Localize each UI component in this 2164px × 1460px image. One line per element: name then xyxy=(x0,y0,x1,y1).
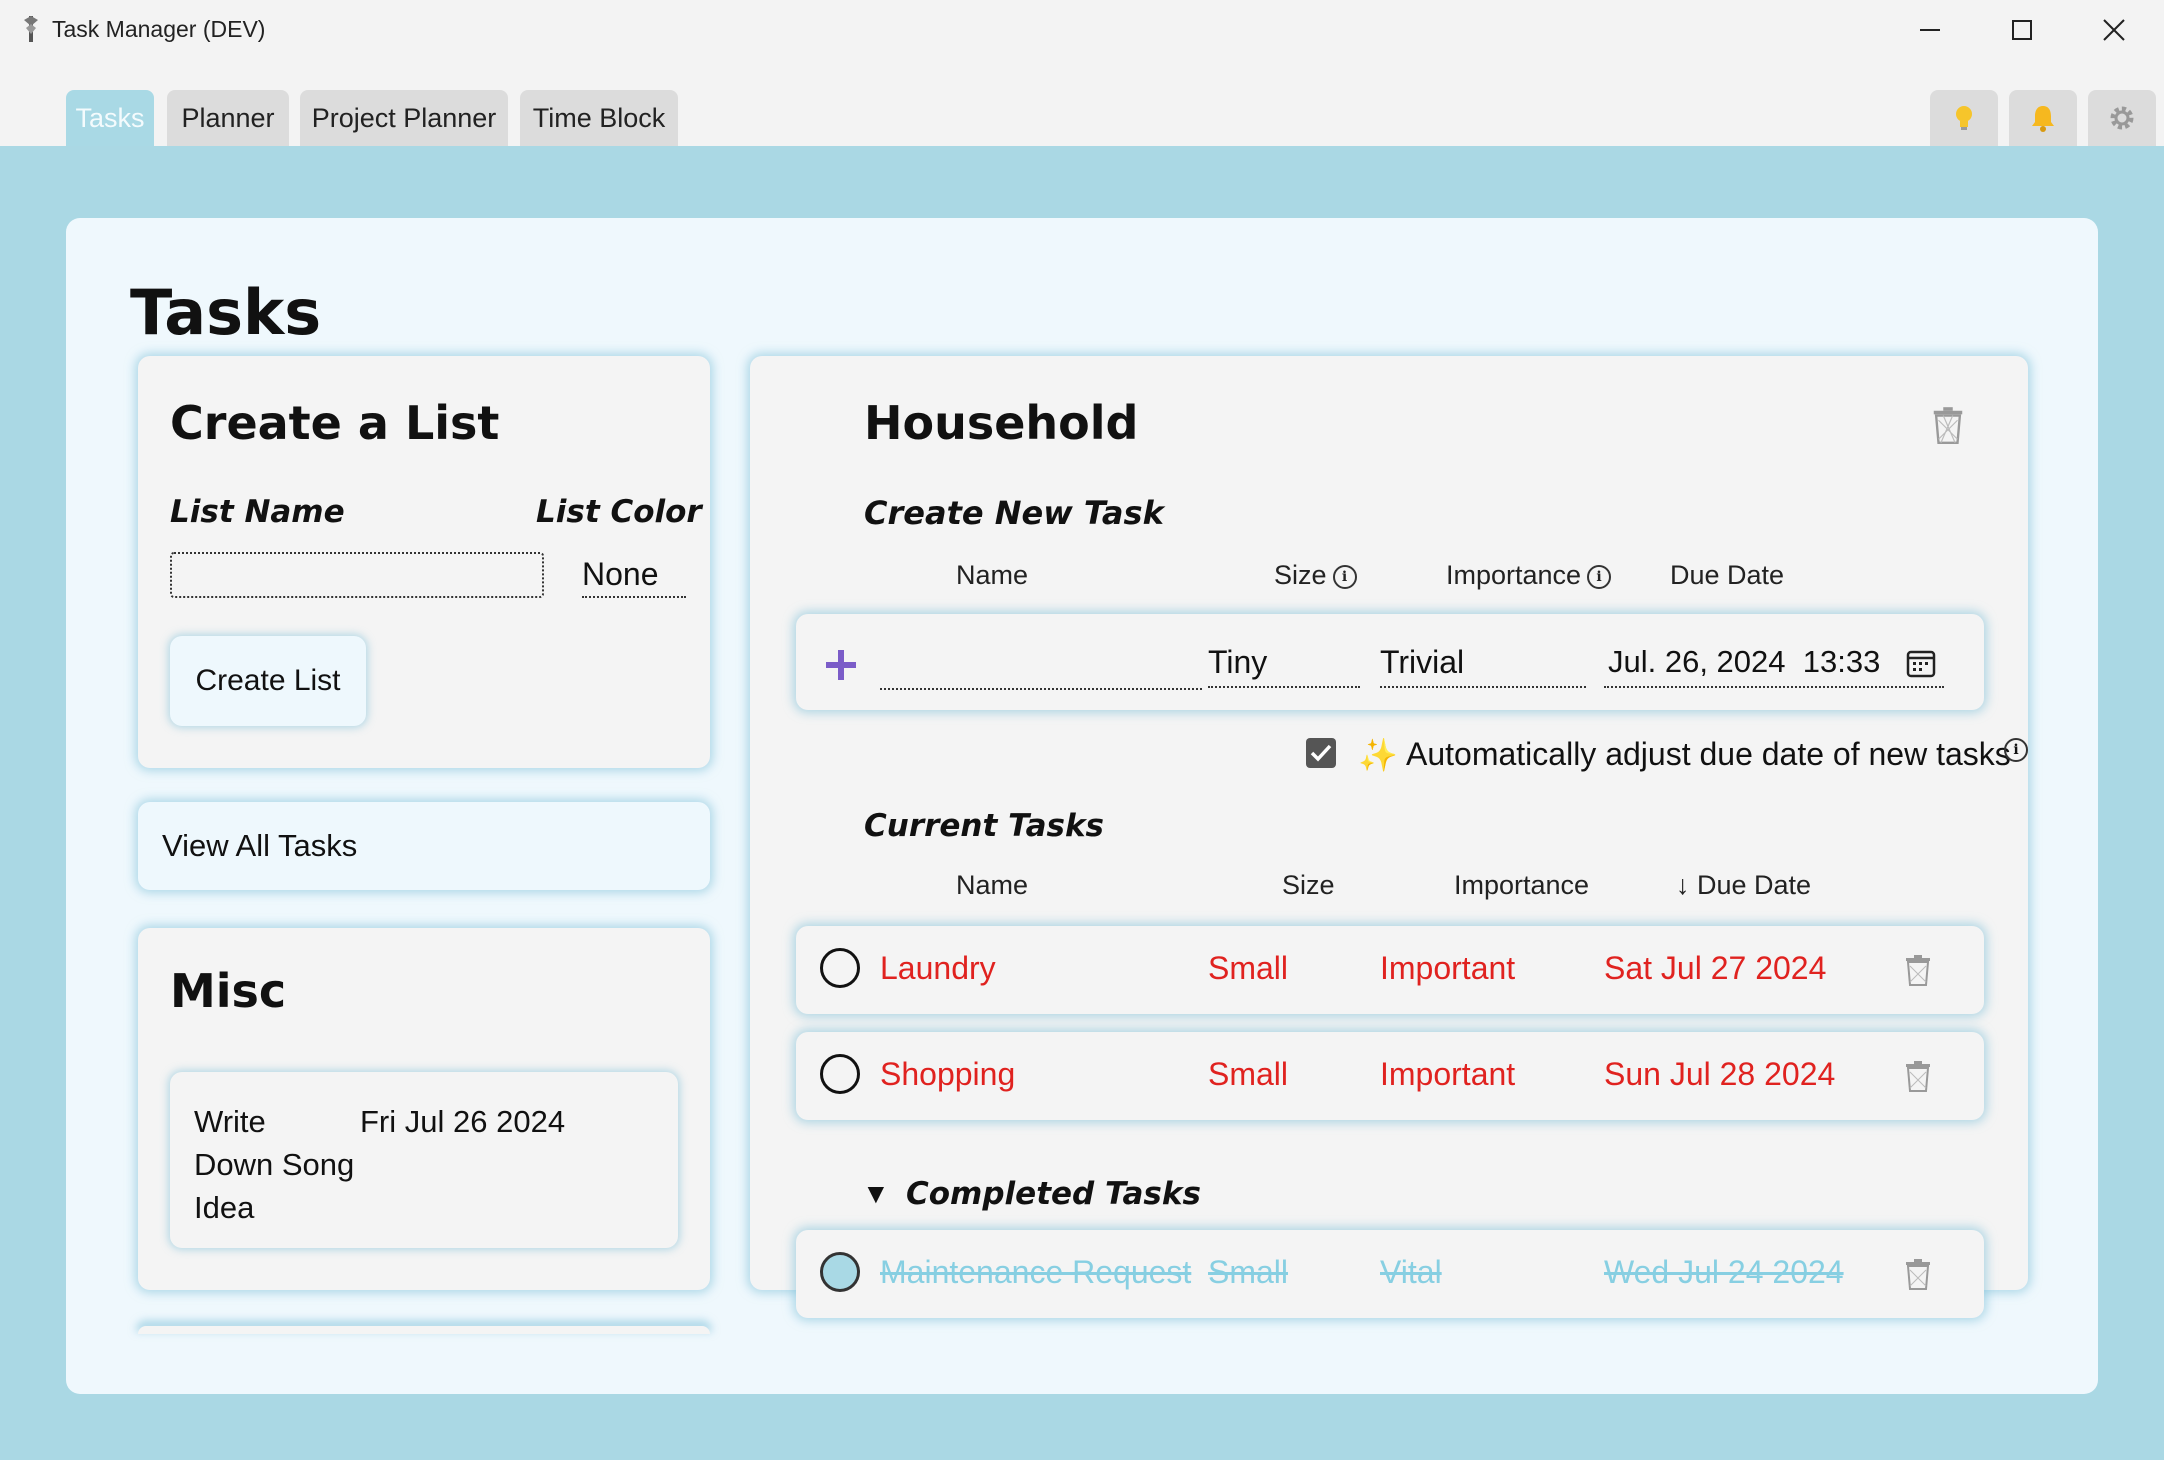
app-logo-icon xyxy=(24,16,38,42)
completed-tasks-label[interactable]: Completed Tasks xyxy=(906,1176,1201,1212)
task-row[interactable]: Laundry Small Important Sat Jul 27 2024 xyxy=(796,926,1984,1014)
close-button[interactable] xyxy=(2074,0,2154,60)
completed-task-row[interactable]: Maintenance Request Small Vital Wed Jul … xyxy=(796,1230,1984,1318)
list-name-input[interactable] xyxy=(170,552,544,598)
task-size: Small xyxy=(1208,1254,1289,1290)
delete-task-trash-icon[interactable] xyxy=(1904,954,1932,986)
misc-list-panel: Misc Write Down Song Idea Fri Jul 26 202… xyxy=(138,928,710,1290)
new-task-name-input[interactable] xyxy=(880,644,1202,690)
minimize-button[interactable] xyxy=(1890,0,1970,60)
size-info-icon[interactable]: i xyxy=(1332,564,1357,589)
misc-task-item[interactable]: Write Down Song Idea Fri Jul 26 2024 xyxy=(170,1072,678,1248)
complete-task-circle[interactable] xyxy=(820,1054,860,1094)
task-due-date: Wed Jul 24 2024 xyxy=(1604,1254,1844,1290)
complete-task-circle[interactable] xyxy=(820,948,860,988)
misc-task-date: Fri Jul 26 2024 xyxy=(360,1104,566,1139)
current-col-name[interactable]: Name xyxy=(956,870,1028,901)
misc-task-name-line: Idea xyxy=(194,1190,255,1225)
create-new-task-label: Create New Task xyxy=(864,494,1164,532)
new-task-size-select[interactable]: Tiny xyxy=(1208,644,1360,688)
task-name: Laundry xyxy=(880,950,996,986)
household-panel: Household Create New Task Name Size i Imp… xyxy=(750,356,2028,1318)
create-list-title: Create a List xyxy=(170,396,500,450)
task-due-date: Sat Jul 27 2024 xyxy=(1604,950,1827,986)
list-color-select[interactable]: None xyxy=(582,556,686,598)
task-row[interactable]: Shopping Small Important Sun Jul 28 2024 xyxy=(796,1032,1984,1120)
delete-list-trash-icon[interactable] xyxy=(1930,406,1966,444)
settings-button[interactable] xyxy=(2088,90,2156,146)
window-title: Task Manager (DEV) xyxy=(52,16,266,42)
new-task-col-importance-label: Importance xyxy=(1446,560,1582,590)
next-list-panel-edge xyxy=(138,1326,710,1334)
new-task-col-size-label: Size xyxy=(1274,560,1327,590)
current-col-importance[interactable]: Importance xyxy=(1454,870,1589,901)
view-all-tasks-label: View All Tasks xyxy=(162,828,358,863)
misc-task-name-line: Down Song xyxy=(194,1147,355,1182)
bell-icon xyxy=(2032,106,2054,132)
minimize-icon xyxy=(1920,29,1940,31)
task-importance: Important xyxy=(1380,950,1516,986)
lightbulb-icon xyxy=(1956,106,1972,130)
tab-planner[interactable]: Planner xyxy=(167,90,289,146)
title-bar: Task Manager (DEV) xyxy=(0,0,2164,60)
task-importance: Vital xyxy=(1380,1254,1442,1290)
close-icon xyxy=(2103,19,2125,41)
new-task-col-importance: Importance i xyxy=(1446,560,1612,591)
maximize-icon xyxy=(2012,20,2032,40)
view-all-tasks-button[interactable]: View All Tasks xyxy=(138,802,710,890)
misc-task-name-line: Write xyxy=(194,1104,266,1139)
current-col-due-sorted[interactable]: ↓ Due Date xyxy=(1676,870,1811,901)
new-task-importance-select[interactable]: Trivial xyxy=(1380,644,1586,688)
task-size: Small xyxy=(1208,1056,1289,1092)
notifications-button[interactable] xyxy=(2009,90,2077,146)
uncomplete-task-circle[interactable] xyxy=(820,1252,860,1292)
task-importance: Important xyxy=(1380,1056,1516,1092)
task-name: Maintenance Request xyxy=(880,1254,1192,1290)
calendar-icon[interactable] xyxy=(1906,648,1936,678)
task-due-date: Sun Jul 28 2024 xyxy=(1604,1056,1836,1092)
auto-adjust-checkbox[interactable] xyxy=(1306,738,1336,768)
content-area: Tasks Create a List List Name List Color… xyxy=(0,146,2164,1460)
list-color-label: List Color xyxy=(536,494,702,530)
maximize-button[interactable] xyxy=(1982,0,2062,60)
new-task-col-name: Name xyxy=(956,560,1029,590)
tab-bar: Tasks Planner Project Planner Time Block xyxy=(0,60,2164,146)
create-list-panel: Create a List List Name List Color None … xyxy=(138,356,710,768)
misc-task-name: Write Down Song Idea xyxy=(194,1100,354,1229)
completed-toggle-icon[interactable]: ▼ xyxy=(862,1178,890,1210)
sparkles-icon: ✨ xyxy=(1358,737,1398,773)
task-size: Small xyxy=(1208,950,1289,986)
new-task-col-due: Due Date xyxy=(1670,560,1785,590)
create-list-button[interactable]: Create List xyxy=(170,636,366,726)
tab-time-block[interactable]: Time Block xyxy=(520,90,678,146)
app-window: Task Manager (DEV) Tasks Planner Project… xyxy=(0,0,2164,1460)
current-tasks-label: Current Tasks xyxy=(864,808,1105,844)
tasks-card: Tasks Create a List List Name List Color… xyxy=(66,218,2098,1394)
new-task-due-value: Jul. 26, 2024 13:33 xyxy=(1608,644,1881,679)
add-task-plus-icon[interactable] xyxy=(824,648,858,682)
new-task-row: Tiny Trivial Jul. 26, 2024 13:33 xyxy=(796,614,1984,710)
checkmark-icon xyxy=(1310,744,1332,762)
auto-adjust-label: Automatically adjust due date of new tas… xyxy=(1406,736,2011,772)
ideas-button[interactable] xyxy=(1930,90,1998,146)
new-task-col-size: Size i xyxy=(1274,560,1357,591)
page-title: Tasks xyxy=(130,276,322,349)
task-name: Shopping xyxy=(880,1056,1016,1092)
gear-icon xyxy=(2110,106,2134,130)
new-task-due-input[interactable]: Jul. 26, 2024 13:33 xyxy=(1604,644,1944,688)
importance-info-icon[interactable]: i xyxy=(1587,564,1612,589)
delete-task-trash-icon[interactable] xyxy=(1904,1258,1932,1290)
household-title: Household xyxy=(864,396,1139,450)
misc-title: Misc xyxy=(170,964,287,1018)
current-col-size[interactable]: Size xyxy=(1282,870,1335,901)
delete-task-trash-icon[interactable] xyxy=(1904,1060,1932,1092)
list-name-label: List Name xyxy=(170,494,345,530)
tab-tasks[interactable]: Tasks xyxy=(66,90,154,146)
tab-project-planner[interactable]: Project Planner xyxy=(300,90,508,146)
auto-adjust-info-icon[interactable]: i xyxy=(2004,738,2028,762)
